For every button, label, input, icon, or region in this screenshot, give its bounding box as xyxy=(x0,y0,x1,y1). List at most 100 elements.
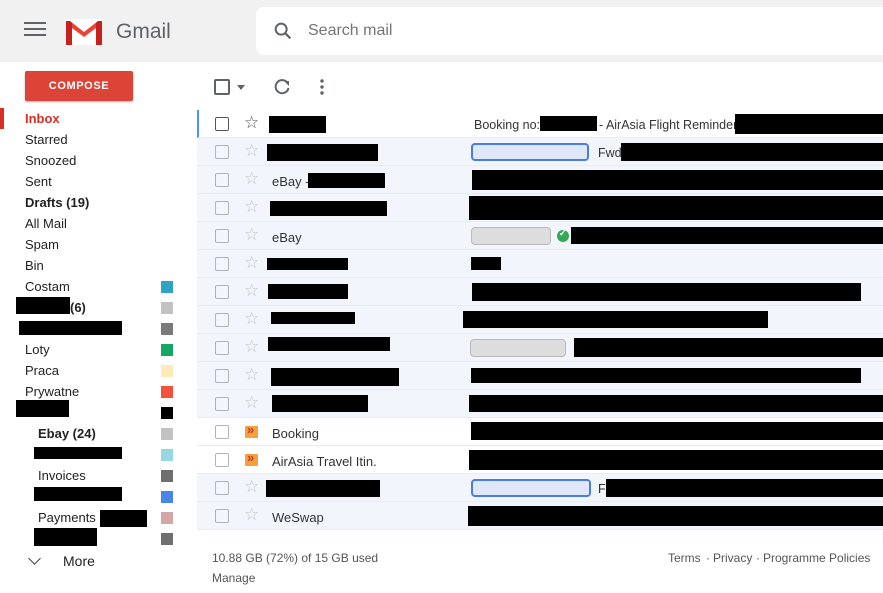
mail-row[interactable]: ☆ xyxy=(197,278,883,306)
label-color-swatch[interactable] xyxy=(161,323,173,335)
mail-row[interactable]: ☆ WeSwap xyxy=(197,502,883,530)
star-icon[interactable]: ☆ xyxy=(244,226,259,244)
mail-row[interactable]: AirAsia Travel Itin. xyxy=(197,446,883,474)
search-icon[interactable] xyxy=(272,20,294,42)
mail-row[interactable]: ☆ xyxy=(197,390,883,418)
star-icon[interactable]: ☆ xyxy=(244,310,259,328)
mail-row[interactable]: Booking xyxy=(197,418,883,446)
label-color-swatch[interactable] xyxy=(161,344,173,356)
label-color-swatch[interactable] xyxy=(161,470,173,482)
mail-row[interactable]: ☆ eBay - xyxy=(197,166,883,194)
search-input[interactable] xyxy=(308,19,868,43)
select-all-checkbox[interactable] xyxy=(214,79,230,95)
star-icon[interactable]: ☆ xyxy=(244,254,259,272)
label-color-swatch[interactable] xyxy=(161,281,173,293)
sidebar-item-invoices[interactable]: Invoices xyxy=(0,465,196,486)
star-icon[interactable]: ☆ xyxy=(244,114,259,132)
mail-row[interactable]: ☆ Booking no: - AirAsia Flight Reminder xyxy=(197,110,883,138)
row-checkbox[interactable] xyxy=(215,369,229,383)
star-icon[interactable]: ☆ xyxy=(244,478,259,496)
row-checkbox[interactable] xyxy=(215,341,229,355)
row-checkbox[interactable] xyxy=(215,145,229,159)
row-checkbox[interactable] xyxy=(215,425,229,439)
star-icon[interactable]: ☆ xyxy=(244,394,259,412)
mail-row[interactable]: ☆ xyxy=(197,250,883,278)
star-icon[interactable]: ☆ xyxy=(244,506,259,524)
mail-row[interactable]: ☆ xyxy=(197,334,883,362)
terms-link[interactable]: Terms xyxy=(668,551,701,565)
attachment-chip[interactable] xyxy=(471,143,589,161)
sidebar-item-loty[interactable]: Loty xyxy=(0,339,196,360)
manage-storage-link[interactable]: Manage xyxy=(212,571,255,585)
row-checkbox[interactable] xyxy=(215,173,229,187)
main-menu-icon[interactable] xyxy=(24,22,46,40)
compose-button[interactable]: COMPOSE xyxy=(25,71,133,101)
mail-row[interactable]: ☆ xyxy=(197,306,883,334)
mail-row[interactable]: ☆ eBay xyxy=(197,222,883,250)
sidebar-item-label-redacted[interactable] xyxy=(0,400,196,423)
row-checkbox[interactable] xyxy=(215,201,229,215)
label-color-swatch[interactable] xyxy=(161,512,173,524)
search-bar[interactable] xyxy=(256,7,883,55)
privacy-link[interactable]: Privacy xyxy=(713,551,752,565)
star-icon[interactable]: ☆ xyxy=(244,142,259,160)
sidebar-item-bin[interactable]: Bin xyxy=(0,255,196,276)
sidebar-item-label-redacted[interactable]: (6) xyxy=(0,297,196,318)
sidebar-item-costam[interactable]: Costam xyxy=(0,276,196,297)
sidebar-item-label-redacted[interactable] xyxy=(0,318,196,339)
sidebar-item-ebay[interactable]: Ebay (24) xyxy=(0,423,196,444)
row-checkbox[interactable] xyxy=(215,509,229,523)
programme-policies-link[interactable]: Programme Policies xyxy=(763,551,870,565)
gmail-logo[interactable] xyxy=(64,16,104,46)
mail-row[interactable]: ☆ xyxy=(197,194,883,222)
sidebar-item-label-redacted[interactable] xyxy=(0,444,196,465)
mail-row[interactable]: ☆ Fwd xyxy=(197,138,883,166)
row-checkbox[interactable] xyxy=(215,257,229,271)
mail-row[interactable]: ☆ F xyxy=(197,474,883,502)
important-marker-icon[interactable] xyxy=(245,422,258,438)
sidebar-item-starred[interactable]: Starred xyxy=(0,129,196,150)
row-checkbox[interactable] xyxy=(215,481,229,495)
sidebar-item-prywatne[interactable]: Prywatne xyxy=(0,381,196,402)
mail-row[interactable]: ☆ xyxy=(197,362,883,390)
sidebar-item-snoozed[interactable]: Snoozed xyxy=(0,150,196,171)
sidebar-item-label: Starred xyxy=(25,132,68,147)
label-color-swatch[interactable] xyxy=(161,449,173,461)
sidebar-item-label-redacted[interactable] xyxy=(0,528,196,549)
attachment-chip[interactable] xyxy=(471,227,551,245)
label-color-swatch[interactable] xyxy=(161,386,173,398)
sidebar-item-inbox[interactable]: Inbox xyxy=(0,108,196,129)
more-button[interactable]: More xyxy=(26,551,136,573)
sidebar-item-label-redacted[interactable] xyxy=(0,486,196,507)
row-checkbox[interactable] xyxy=(215,229,229,243)
row-checkbox[interactable] xyxy=(215,313,229,327)
refresh-icon[interactable] xyxy=(272,77,292,97)
sidebar-item-praca[interactable]: Praca xyxy=(0,360,196,381)
sidebar-item-all-mail[interactable]: All Mail xyxy=(0,213,196,234)
attachment-chip[interactable] xyxy=(470,339,566,357)
star-icon[interactable]: ☆ xyxy=(244,198,259,216)
sidebar-item-drafts[interactable]: Drafts (19) xyxy=(0,192,196,213)
label-color-swatch[interactable] xyxy=(161,302,173,314)
more-vert-icon[interactable] xyxy=(312,77,332,97)
star-icon[interactable]: ☆ xyxy=(244,170,259,188)
select-dropdown-icon[interactable] xyxy=(237,85,245,90)
star-icon[interactable]: ☆ xyxy=(244,338,259,356)
sidebar-item-spam[interactable]: Spam xyxy=(0,234,196,255)
sidebar-item-sent[interactable]: Sent xyxy=(0,171,196,192)
row-checkbox[interactable] xyxy=(215,285,229,299)
row-checkbox[interactable] xyxy=(215,453,229,467)
label-color-swatch[interactable] xyxy=(161,533,173,545)
star-icon[interactable]: ☆ xyxy=(244,366,259,384)
row-checkbox[interactable] xyxy=(215,117,229,131)
star-icon[interactable]: ☆ xyxy=(244,282,259,300)
label-color-swatch[interactable] xyxy=(161,491,173,503)
label-color-swatch[interactable] xyxy=(161,407,173,419)
label-color-swatch[interactable] xyxy=(161,365,173,377)
important-marker-icon[interactable] xyxy=(245,450,258,466)
attachment-chip[interactable] xyxy=(471,479,591,497)
row-checkbox[interactable] xyxy=(215,397,229,411)
sidebar-item-label: Prywatne xyxy=(25,384,80,399)
label-color-swatch[interactable] xyxy=(161,428,173,440)
sidebar-item-payments[interactable]: Payments xyxy=(0,507,196,528)
